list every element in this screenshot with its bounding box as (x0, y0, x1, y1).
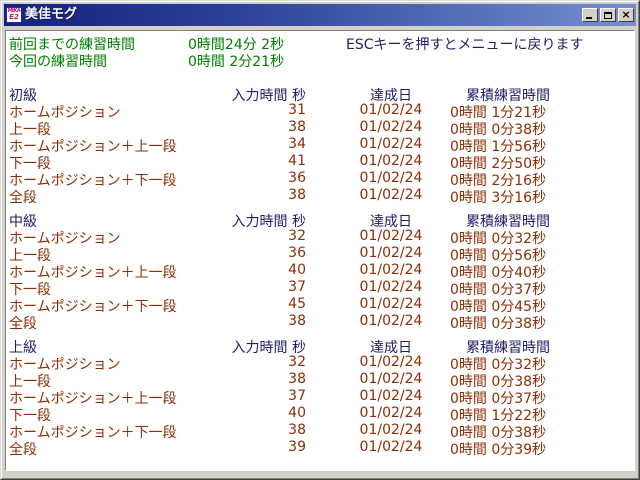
minimize-button[interactable] (582, 8, 598, 22)
table-row: ホームポジション3201/02/240時間 0分32秒 (6, 354, 634, 371)
cumulative-time-value: 0時間 0分38秒 (450, 313, 546, 333)
achieved-date-value: 01/02/24 (355, 136, 427, 152)
table-row: ホームポジション＋下一段3601/02/240時間 2分16秒 (6, 170, 634, 187)
achieved-date-value: 01/02/24 (355, 296, 427, 312)
input-seconds-value: 38 (221, 313, 306, 329)
table-row: 上一段3601/02/240時間 0分56秒 (6, 245, 634, 262)
table-row: ホームポジション3201/02/240時間 0分32秒 (6, 228, 634, 245)
input-seconds-value: 32 (221, 228, 306, 244)
table-row: ホームポジション＋上一段3701/02/240時間 0分37秒 (6, 388, 634, 405)
cumulative-time-value: 0時間 3分16秒 (450, 187, 546, 207)
lesson-label: 全段 (9, 313, 37, 333)
input-seconds-value: 37 (221, 388, 306, 404)
table-row: 上一段3801/02/240時間 0分38秒 (6, 371, 634, 388)
achieved-date-value: 01/02/24 (355, 245, 427, 261)
input-seconds-value: 38 (221, 119, 306, 135)
table-row: 全段 38 01/02/24 0時間 0分38秒 (6, 313, 634, 330)
input-seconds-value: 39 (221, 439, 306, 455)
app-icon-text-e2: E2 (9, 14, 19, 21)
achieved-date-value: 01/02/24 (355, 388, 427, 404)
input-seconds-value: 31 (221, 102, 306, 118)
achieved-date-value: 01/02/24 (355, 102, 427, 118)
achieved-date-value: 01/02/24 (355, 119, 427, 135)
lesson-label: 全段 (9, 439, 37, 459)
section-header-row: 初級入力時間 秒達成日累積練習時間 (6, 85, 634, 102)
lesson-label: 全段 (9, 187, 37, 207)
cumulative-time-value: 0時間 0分39秒 (450, 439, 546, 459)
close-icon: × (621, 10, 630, 20)
skill-section: 上級入力時間 秒達成日累積練習時間ホームポジション3201/02/240時間 0… (6, 337, 634, 456)
table-row: ホームポジション3101/02/240時間 1分21秒 (6, 102, 634, 119)
table-row: ホームポジション＋上一段3401/02/240時間 1分56秒 (6, 136, 634, 153)
skill-section: 中級入力時間 秒達成日累積練習時間ホームポジション3201/02/240時間 0… (6, 211, 634, 330)
title-bar[interactable]: MIKA E2 美佳モグ × (4, 4, 636, 26)
app-window: MIKA E2 美佳モグ × 前回までの練習時間 0時間24分 2秒 ESCキー… (0, 0, 640, 480)
table-row: 下一段4101/02/240時間 2分50秒 (6, 153, 634, 170)
achieved-date-value: 01/02/24 (355, 262, 427, 278)
achieved-date-value: 01/02/24 (355, 405, 427, 421)
input-seconds-value: 40 (221, 262, 306, 278)
input-seconds-value: 38 (221, 422, 306, 438)
achieved-date-value: 01/02/24 (355, 313, 427, 329)
achieved-date-value: 01/02/24 (355, 354, 427, 370)
table-row: 下一段3701/02/240時間 0分37秒 (6, 279, 634, 296)
minimize-icon (586, 17, 592, 19)
summary-previous-line: 前回までの練習時間 0時間24分 2秒 ESCキーを押すとメニューに戻ります (6, 34, 634, 51)
input-seconds-value: 45 (221, 296, 306, 312)
maximize-icon (604, 12, 612, 19)
achieved-date-value: 01/02/24 (355, 153, 427, 169)
achieved-date-value: 01/02/24 (355, 422, 427, 438)
table-row: 下一段4001/02/240時間 1分22秒 (6, 405, 634, 422)
summary-current-line: 今回の練習時間 0時間 2分21秒 (6, 51, 634, 68)
table-row: 全段 38 01/02/24 0時間 3分16秒 (6, 187, 634, 204)
input-seconds-value: 38 (221, 371, 306, 387)
table-row: 上一段3801/02/240時間 0分38秒 (6, 119, 634, 136)
table-row: ホームポジション＋上一段4001/02/240時間 0分40秒 (6, 262, 634, 279)
achieved-date-value: 01/02/24 (355, 371, 427, 387)
maximize-button[interactable] (600, 8, 616, 22)
input-seconds-value: 38 (221, 187, 306, 203)
section-header-row: 中級入力時間 秒達成日累積練習時間 (6, 211, 634, 228)
table-row: ホームポジション＋下一段3801/02/240時間 0分38秒 (6, 422, 634, 439)
achieved-date-value: 01/02/24 (355, 187, 427, 203)
table-row: ホームポジション＋下一段4501/02/240時間 0分45秒 (6, 296, 634, 313)
table-row: 全段 39 01/02/24 0時間 0分39秒 (6, 439, 634, 456)
input-seconds-value: 37 (221, 279, 306, 295)
window-title: 美佳モグ (25, 4, 580, 26)
current-practice-label: 今回の練習時間 (9, 51, 107, 71)
input-seconds-value: 32 (221, 354, 306, 370)
input-seconds-value: 36 (221, 170, 306, 186)
app-icon: MIKA E2 (6, 7, 22, 23)
achieved-date-value: 01/02/24 (355, 170, 427, 186)
input-seconds-value: 41 (221, 153, 306, 169)
input-seconds-value: 34 (221, 136, 306, 152)
input-seconds-value: 36 (221, 245, 306, 261)
skill-section: 初級入力時間 秒達成日累積練習時間ホームポジション3101/02/240時間 1… (6, 85, 634, 204)
report-table: 初級入力時間 秒達成日累積練習時間ホームポジション3101/02/240時間 1… (6, 85, 634, 456)
window-controls: × (580, 8, 634, 22)
achieved-date-value: 01/02/24 (355, 439, 427, 455)
input-seconds-value: 40 (221, 405, 306, 421)
close-button[interactable]: × (618, 8, 634, 22)
section-header-row: 上級入力時間 秒達成日累積練習時間 (6, 337, 634, 354)
current-practice-value: 0時間 2分21秒 (188, 51, 284, 71)
achieved-date-value: 01/02/24 (355, 279, 427, 295)
client-area: 前回までの練習時間 0時間24分 2秒 ESCキーを押すとメニューに戻ります 今… (5, 30, 635, 471)
achieved-date-value: 01/02/24 (355, 228, 427, 244)
